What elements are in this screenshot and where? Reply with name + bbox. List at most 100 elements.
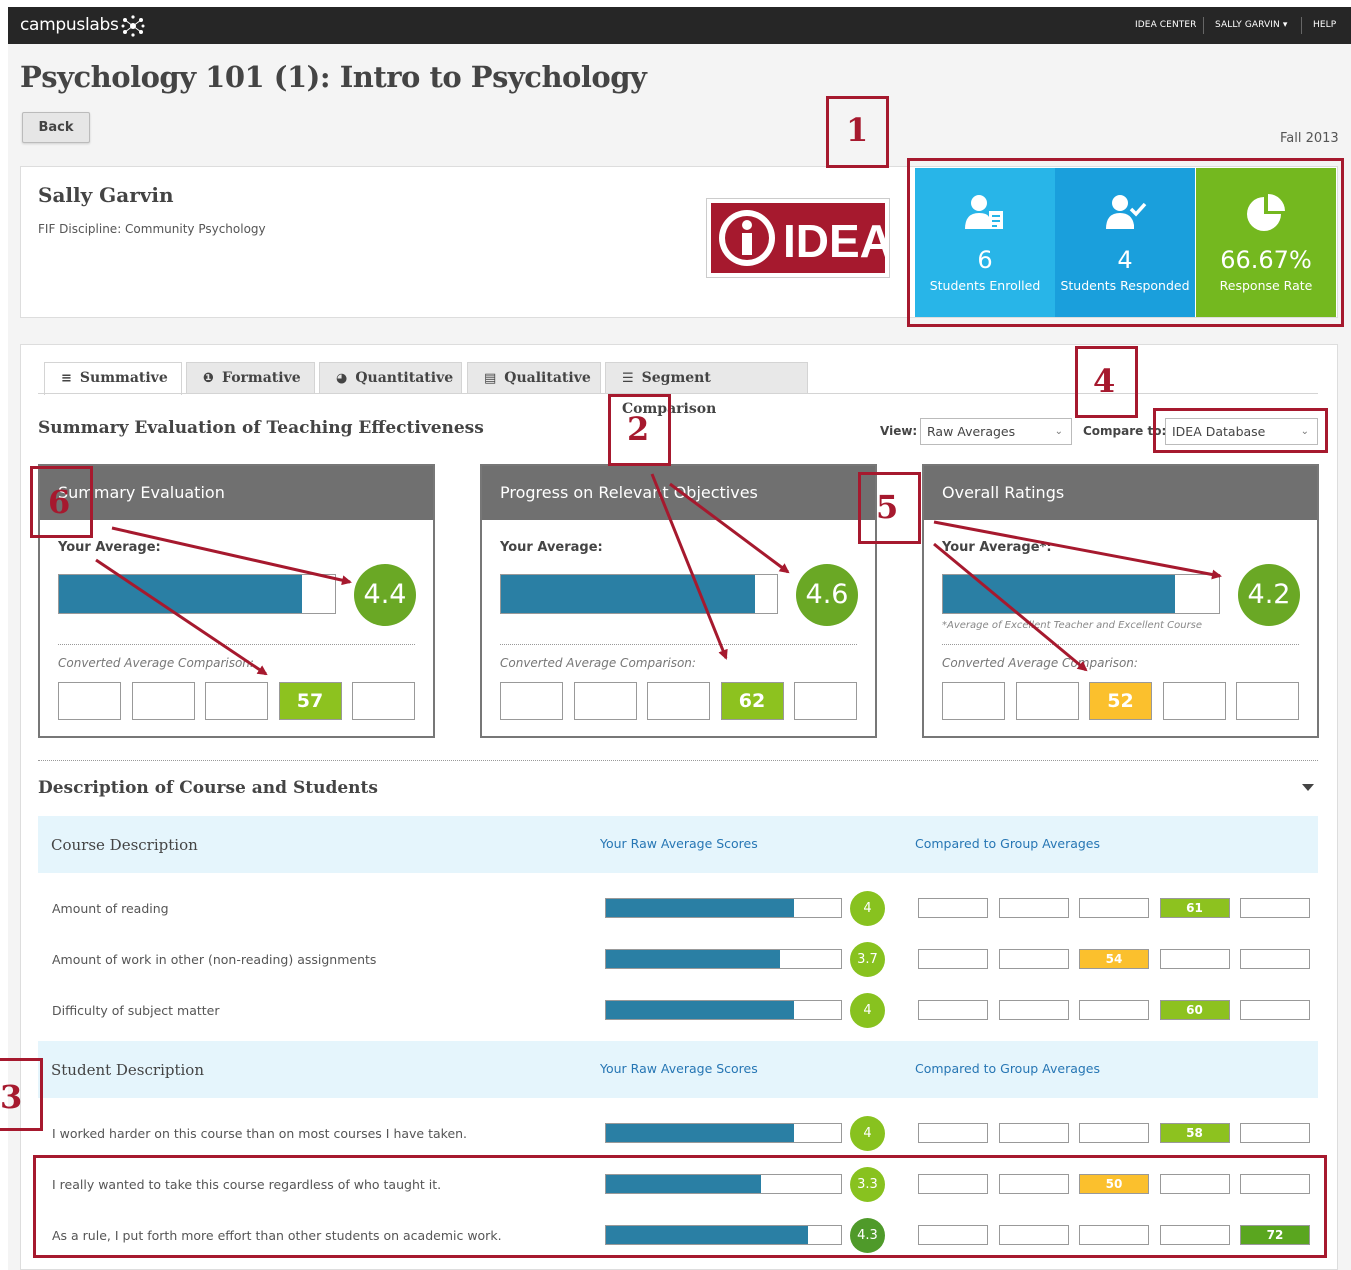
score-badge: 4: [850, 891, 885, 926]
view-select-value: Raw Averages: [927, 424, 1016, 439]
comparison-box: [352, 682, 415, 720]
group-compare-value: 54: [1079, 949, 1149, 969]
annotation-number-6: 6: [48, 483, 71, 521]
instructor-name: Sally Garvin: [38, 183, 174, 207]
back-button[interactable]: Back: [22, 112, 90, 143]
nav-separator: [1301, 17, 1302, 34]
section-divider: [38, 760, 1318, 761]
annotation-rows-highlight: [33, 1155, 1327, 1258]
section-title: Summary Evaluation of Teaching Effective…: [38, 418, 484, 438]
comparison-box: [573, 682, 637, 720]
score-bar: [605, 1000, 842, 1020]
group-title: Student Description: [51, 1061, 204, 1079]
converted-score-box: 52: [1089, 682, 1152, 720]
group-compare-box: [998, 1000, 1069, 1020]
score-bar: [605, 949, 842, 969]
group-compare-box: [998, 1123, 1069, 1143]
score-bar: [605, 898, 842, 918]
group-compare-box: [918, 1123, 988, 1143]
tab-quantitative[interactable]: ◕ Quantitative: [319, 362, 462, 394]
average-footnote: *Average of Excellent Teacher and Excell…: [942, 620, 1203, 631]
group-compare-box: [998, 898, 1069, 918]
pie-icon: ◕: [336, 371, 348, 386]
group-compare-box: [1240, 1123, 1310, 1143]
tab-label: Quantitative: [355, 370, 454, 386]
comparison-box: [1236, 682, 1299, 720]
group-compare-box: [1079, 898, 1149, 918]
course-description-header: Course Description Your Raw Average Scor…: [38, 816, 1318, 873]
panel-title: Summary Evaluation: [40, 466, 433, 520]
nav-separator: [1203, 17, 1204, 34]
group-compare-box: [1240, 898, 1310, 918]
average-bar-fill: [59, 575, 302, 613]
annotation-compare-highlight: [1153, 408, 1328, 453]
average-bar: [58, 574, 336, 614]
average-score-badge: 4.2: [1238, 564, 1300, 626]
average-bar-fill: [943, 575, 1175, 613]
tab-segment-comparison[interactable]: ☰ Segment Comparison: [605, 362, 808, 417]
average-score-badge: 4.6: [796, 564, 858, 626]
group-compare-box: [1240, 949, 1310, 969]
nav-help[interactable]: HELP: [1313, 20, 1336, 30]
converted-average-label: Converted Average Comparison:: [500, 656, 696, 670]
comparison-box: [131, 682, 195, 720]
raw-scores-heading: Your Raw Average Scores: [600, 1061, 758, 1076]
compare-heading: Compared to Group Averages: [915, 836, 1101, 851]
term-label: Fall 2013: [1280, 131, 1339, 146]
idea-logo-text: IDEA: [783, 215, 885, 267]
score-bar-fill: [606, 950, 780, 968]
comparison-box: [942, 682, 1005, 720]
converted-score-box: 57: [278, 682, 342, 720]
converted-average-label: Converted Average Comparison:: [58, 656, 254, 670]
tab-summative[interactable]: ≡ Summative: [44, 362, 182, 395]
tab-label: Qualitative: [504, 370, 591, 386]
campuslabs-logo[interactable]: campuslabs: [20, 15, 119, 35]
your-average-label: Your Average:: [58, 540, 161, 555]
tab-qualitative[interactable]: ▤ Qualitative: [467, 362, 601, 394]
group-compare-box: [1079, 1123, 1149, 1143]
group-compare-box: [918, 949, 988, 969]
bar-chart-icon: ≡: [61, 371, 72, 386]
comparison-box: [794, 682, 857, 720]
score-badge: 4: [850, 1116, 885, 1151]
row-label: Amount of reading: [52, 901, 169, 916]
page-title: Psychology 101 (1): Intro to Psychology: [20, 60, 647, 94]
tab-label: Formative: [222, 370, 301, 386]
annotation-number-2: 2: [627, 410, 650, 448]
nav-idea-center[interactable]: IDEA CENTER: [1135, 20, 1197, 30]
panel-progress-objectives: Progress on Relevant Objectives Your Ave…: [480, 464, 877, 738]
caret-down-icon[interactable]: [1302, 784, 1314, 791]
tab-label: Summative: [79, 370, 168, 386]
comparison-box: [647, 682, 710, 720]
row-label: I worked harder on this course than on m…: [52, 1126, 468, 1141]
group-compare-box: [998, 949, 1069, 969]
group-compare-box: [1079, 1000, 1149, 1020]
panel-title: Overall Ratings: [924, 466, 1317, 520]
sliders-icon: ☰: [622, 371, 634, 386]
chevron-down-icon: ⌄: [1054, 426, 1063, 437]
annotation-number-4: 4: [1093, 362, 1116, 400]
your-average-label: Your Average*:: [942, 540, 1052, 555]
info-icon: ❶: [203, 371, 215, 386]
divider: [500, 644, 857, 645]
nav-user-menu[interactable]: SALLY GARVIN ▾: [1215, 20, 1287, 30]
score-bar-fill: [606, 1124, 794, 1142]
comparison-box: [500, 682, 563, 720]
group-compare-box: [1240, 1000, 1310, 1020]
group-compare-box: [918, 898, 988, 918]
row-label: Amount of work in other (non-reading) as…: [52, 952, 377, 967]
view-select[interactable]: Raw Averages ⌄: [920, 418, 1072, 445]
divider: [58, 644, 415, 645]
group-compare-value: 61: [1159, 898, 1230, 918]
group-compare-value: 58: [1159, 1123, 1230, 1143]
score-badge: 4: [850, 993, 885, 1028]
network-logo-icon: [121, 15, 145, 37]
average-score-badge: 4.4: [354, 564, 416, 626]
tab-formative[interactable]: ❶ Formative: [186, 362, 315, 394]
discipline-text: FIF Discipline: Community Psychology: [38, 222, 266, 236]
annotation-stats-highlight: [907, 158, 1344, 327]
description-title: Description of Course and Students: [38, 778, 378, 798]
converted-score-box: 62: [720, 682, 784, 720]
average-bar-fill: [501, 575, 755, 613]
student-description-header: Student Description Your Raw Average Sco…: [38, 1041, 1318, 1098]
